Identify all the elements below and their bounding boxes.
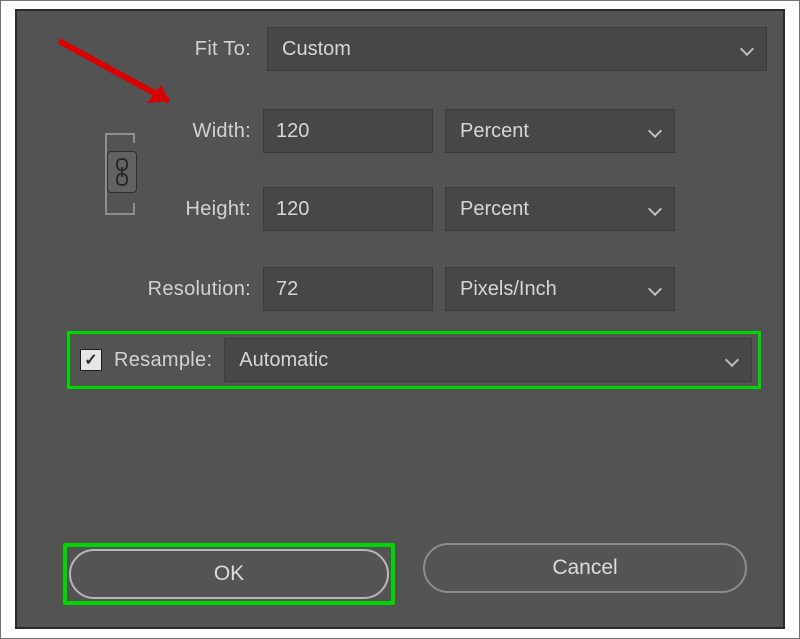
ok-button[interactable]: OK bbox=[69, 549, 389, 599]
fit-to-value: Custom bbox=[282, 38, 351, 61]
fit-to-select[interactable]: Custom bbox=[267, 27, 767, 71]
fit-to-label: Fit To: bbox=[111, 38, 251, 61]
cancel-button[interactable]: Cancel bbox=[423, 543, 747, 593]
annotation-highlight-ok: OK bbox=[63, 543, 395, 605]
screenshot: Fit To: Custom Width: 120 Per bbox=[0, 0, 800, 639]
dialog-buttons: OK Cancel bbox=[63, 543, 761, 605]
resample-select[interactable]: Automatic bbox=[224, 338, 752, 382]
resolution-row: Resolution: 72 Pixels/Inch bbox=[111, 267, 675, 311]
chain-link-icon bbox=[114, 158, 130, 186]
width-input[interactable]: 120 bbox=[263, 109, 433, 153]
annotation-highlight-resample: ✓ Resample: Automatic bbox=[67, 331, 761, 389]
width-value: 120 bbox=[276, 120, 309, 143]
height-label: Height: bbox=[111, 198, 251, 221]
resample-label: Resample: bbox=[114, 349, 212, 372]
check-icon: ✓ bbox=[84, 350, 97, 370]
resolution-unit-value: Pixels/Inch bbox=[460, 278, 557, 301]
height-value: 120 bbox=[276, 198, 309, 221]
chevron-down-icon bbox=[648, 284, 664, 294]
resolution-unit-select[interactable]: Pixels/Inch bbox=[445, 267, 675, 311]
fit-to-row: Fit To: Custom bbox=[111, 27, 767, 71]
height-unit-select[interactable]: Percent bbox=[445, 187, 675, 231]
height-input[interactable]: 120 bbox=[263, 187, 433, 231]
width-unit-value: Percent bbox=[460, 120, 529, 143]
chevron-down-icon bbox=[725, 355, 741, 365]
resample-row: ✓ Resample: Automatic bbox=[80, 340, 752, 380]
resample-checkbox[interactable]: ✓ bbox=[80, 349, 102, 371]
resolution-input[interactable]: 72 bbox=[263, 267, 433, 311]
height-row: Height: 120 Percent bbox=[111, 187, 675, 231]
width-row: Width: 120 Percent bbox=[111, 109, 675, 153]
height-unit-value: Percent bbox=[460, 198, 529, 221]
chevron-down-icon bbox=[648, 204, 664, 214]
chevron-down-icon bbox=[648, 126, 664, 136]
width-unit-select[interactable]: Percent bbox=[445, 109, 675, 153]
resolution-label: Resolution: bbox=[111, 278, 251, 301]
cancel-button-label: Cancel bbox=[552, 556, 617, 580]
width-label: Width: bbox=[111, 120, 251, 143]
chevron-down-icon bbox=[740, 44, 756, 54]
resample-value: Automatic bbox=[239, 349, 328, 372]
ok-button-label: OK bbox=[214, 562, 244, 586]
resolution-value: 72 bbox=[276, 278, 298, 301]
image-size-panel: Fit To: Custom Width: 120 Per bbox=[15, 9, 785, 629]
